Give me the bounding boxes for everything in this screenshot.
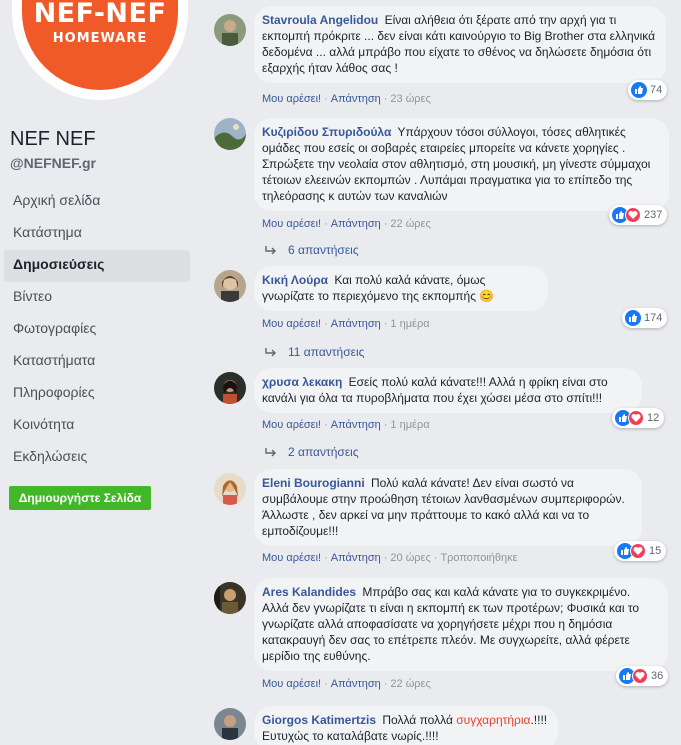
comment-bubble: χρυσα λεκακη Εσείς πολύ καλά κάνατε!!! Α… bbox=[254, 368, 642, 413]
reactions-summary[interactable]: 174 bbox=[622, 308, 668, 328]
nav-item-stores[interactable]: Καταστήματα bbox=[4, 346, 190, 378]
reaction-count: 12 bbox=[647, 412, 660, 424]
comment-timestamp[interactable]: 20 ώρες bbox=[390, 552, 430, 564]
comment-actions: Μου αρέσει! · Απάντηση · 20 ώρες · Τροποποιήθη… bbox=[262, 552, 518, 564]
reactions-summary[interactable]: 15 bbox=[614, 541, 667, 561]
page-nav: Αρχική σελίδα Κατάστημα Δημοσιεύσεις Βίν… bbox=[4, 186, 190, 474]
logo-subtitle: HOMEWARE bbox=[52, 31, 148, 46]
view-replies-link[interactable]: 2 απαντήσεις bbox=[264, 445, 359, 459]
nav-item-videos[interactable]: Βίντεο bbox=[4, 282, 190, 314]
page-handle[interactable]: @NEFNEF.gr bbox=[10, 155, 96, 171]
comment-bubble: Giorgos Katimertzis Πολλά πολλά συγχαρητ… bbox=[254, 706, 558, 745]
reaction-count: 174 bbox=[644, 312, 663, 324]
reactions-summary[interactable]: 12 bbox=[612, 408, 665, 428]
comment-actions: Μου αρέσει! · Απάντηση · 22 ώρες bbox=[262, 218, 431, 230]
love-reaction-icon bbox=[630, 543, 646, 559]
reply-link[interactable]: Απάντηση bbox=[331, 678, 381, 690]
like-reaction-icon bbox=[631, 82, 647, 98]
like-link[interactable]: Μου αρέσει! bbox=[262, 552, 321, 564]
reply-link[interactable]: Απάντηση bbox=[331, 218, 381, 230]
comment-bubble: Κική Λούρα Και πολύ καλά κάνατε, όμως γν… bbox=[254, 266, 548, 311]
reaction-count: 74 bbox=[650, 84, 663, 96]
replies-count: 11 απαντήσεις bbox=[288, 345, 365, 359]
reply-link[interactable]: Απάντηση bbox=[331, 552, 381, 564]
reply-link[interactable]: Απάντηση bbox=[331, 93, 381, 105]
comment-bubble: Ares Kalandides Μπράβο σας και καλά κάνα… bbox=[254, 578, 668, 671]
comments-list: Stavroula Angelidou Είναι αλήθεια ότι ξέ… bbox=[214, 0, 681, 745]
comment-bubble: Κυζιρίδου Σπυριδούλα Υπάρχουν τόσοι σύλλ… bbox=[254, 118, 669, 211]
replies-count: 2 απαντήσεις bbox=[288, 445, 359, 459]
reply-arrow-icon bbox=[265, 246, 276, 255]
nav-item-shop[interactable]: Κατάστημα bbox=[4, 218, 190, 250]
avatar[interactable] bbox=[214, 118, 246, 150]
like-link[interactable]: Μου αρέσει! bbox=[262, 218, 321, 230]
reactions-summary[interactable]: 74 bbox=[628, 80, 668, 100]
create-page-button[interactable]: Δημιουργήστε Σελίδα bbox=[9, 486, 151, 510]
reaction-count: 237 bbox=[644, 209, 663, 221]
like-link[interactable]: Μου αρέσει! bbox=[262, 419, 321, 431]
reactions-summary[interactable]: 36 bbox=[616, 666, 669, 686]
comment-timestamp[interactable]: 22 ώρες bbox=[390, 218, 430, 230]
avatar[interactable] bbox=[214, 270, 246, 302]
comment-bubble: Stavroula Angelidou Είναι αλήθεια ότι ξέ… bbox=[254, 6, 666, 83]
comment-actions: Μου αρέσει! · Απάντηση · 23 ώρες bbox=[262, 93, 431, 105]
page-profile-picture[interactable]: NEF-NEF HOMEWARE bbox=[12, 0, 188, 100]
nav-item-home[interactable]: Αρχική σελίδα bbox=[4, 186, 190, 218]
comment-actions: Μου αρέσει! · Απάντηση · 22 ώρες bbox=[262, 678, 431, 690]
replies-count: 6 απαντήσεις bbox=[288, 243, 359, 257]
comment-timestamp[interactable]: 23 ώρες bbox=[390, 93, 430, 105]
love-reaction-icon bbox=[632, 668, 648, 684]
logo-title: NEF-NEF bbox=[33, 0, 167, 29]
like-link[interactable]: Μου αρέσει! bbox=[262, 318, 321, 330]
page-sidebar: NEF-NEF HOMEWARE NEF NEF @NEFNEF.gr Αρχι… bbox=[0, 0, 200, 745]
like-link[interactable]: Μου αρέσει! bbox=[262, 678, 321, 690]
edited-label[interactable]: Τροποποιήθηκε bbox=[440, 552, 517, 564]
comment-author[interactable]: Eleni Bourogianni bbox=[262, 476, 365, 490]
smile-emoji: 😊 bbox=[479, 289, 495, 303]
like-reaction-icon bbox=[625, 310, 641, 326]
reaction-count: 15 bbox=[649, 545, 662, 557]
comment-author[interactable]: Giorgos Katimertzis bbox=[262, 713, 376, 727]
comment-author[interactable]: Stavroula Angelidou bbox=[262, 13, 378, 27]
comment-author[interactable]: χρυσα λεκακη bbox=[262, 375, 342, 389]
comment-author[interactable]: Κυζιρίδου Σπυριδούλα bbox=[262, 125, 391, 139]
avatar[interactable] bbox=[214, 473, 246, 505]
nav-item-posts[interactable]: Δημοσιεύσεις bbox=[4, 250, 190, 282]
avatar[interactable] bbox=[214, 708, 246, 740]
comment-timestamp[interactable]: 22 ώρες bbox=[390, 678, 430, 690]
love-reaction-icon bbox=[628, 410, 644, 426]
comment-actions: Μου αρέσει! · Απάντηση · 1 ημέρα bbox=[262, 419, 430, 431]
avatar[interactable] bbox=[214, 582, 246, 614]
reply-arrow-icon bbox=[265, 348, 276, 357]
avatar[interactable] bbox=[214, 14, 246, 46]
avatar[interactable] bbox=[214, 372, 246, 404]
nav-item-events[interactable]: Εκδηλώσεις bbox=[4, 442, 190, 474]
comment-bubble: Eleni Bourogianni Πολύ καλά κάνατε! Δεν … bbox=[254, 469, 642, 546]
comment-timestamp[interactable]: 1 ημέρα bbox=[390, 318, 429, 330]
view-replies-link[interactable]: 6 απαντήσεις bbox=[264, 243, 359, 257]
view-replies-link[interactable]: 11 απαντήσεις bbox=[264, 345, 364, 359]
comment-author[interactable]: Κική Λούρα bbox=[262, 273, 328, 287]
nav-item-photos[interactable]: Φωτογραφίες bbox=[4, 314, 190, 346]
nav-item-about[interactable]: Πληροφορίες bbox=[4, 378, 190, 410]
reaction-count: 36 bbox=[651, 670, 664, 682]
highlighted-word[interactable]: συγχαρητήρια bbox=[456, 713, 530, 727]
reactions-summary[interactable]: 237 bbox=[609, 205, 668, 225]
comment-text: Πολλά πολλά bbox=[382, 713, 453, 727]
comment-timestamp[interactable]: 1 ημέρα bbox=[390, 419, 429, 431]
love-reaction-icon bbox=[625, 207, 641, 223]
page-name[interactable]: NEF NEF bbox=[10, 128, 96, 151]
like-link[interactable]: Μου αρέσει! bbox=[262, 93, 321, 105]
comment-actions: Μου αρέσει! · Απάντηση · 1 ημέρα bbox=[262, 318, 430, 330]
nav-item-community[interactable]: Κοινότητα bbox=[4, 410, 190, 442]
reply-arrow-icon bbox=[265, 448, 276, 457]
comment-author[interactable]: Ares Kalandides bbox=[262, 585, 356, 599]
brand-logo: NEF-NEF HOMEWARE bbox=[22, 0, 178, 90]
reply-link[interactable]: Απάντηση bbox=[331, 318, 381, 330]
reply-link[interactable]: Απάντηση bbox=[331, 419, 381, 431]
